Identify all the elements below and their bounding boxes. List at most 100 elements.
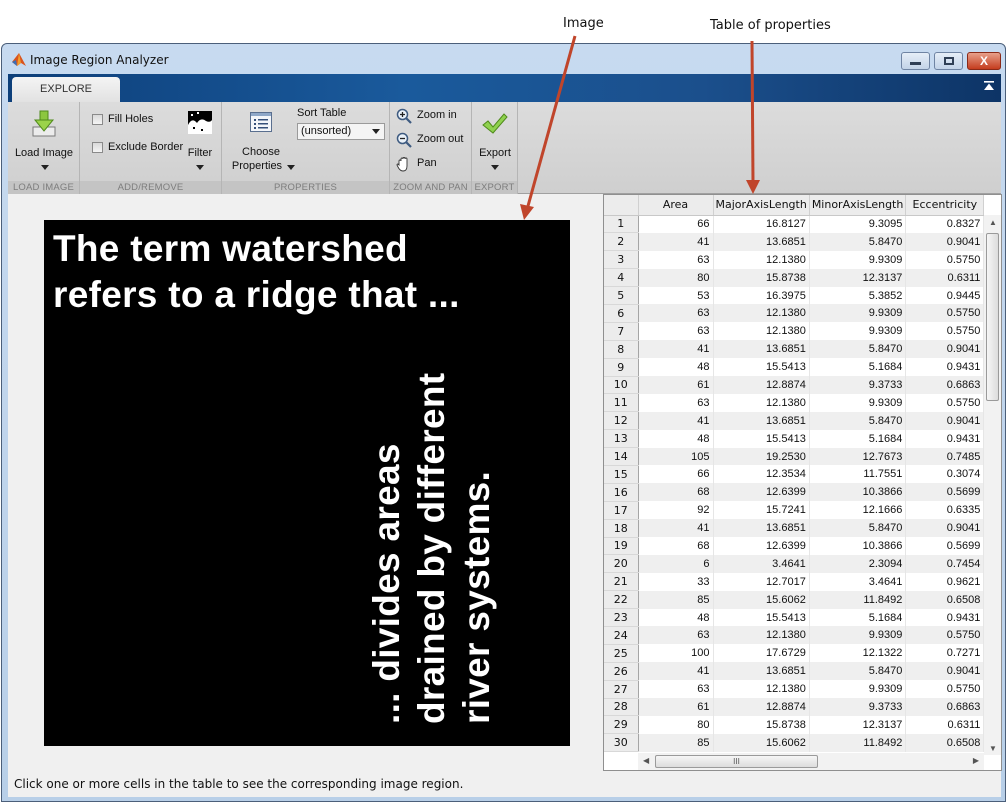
table-cell[interactable]: 11.8492 xyxy=(809,733,907,752)
table-cell[interactable]: 41 xyxy=(638,519,714,538)
table-cell[interactable]: 15.8738 xyxy=(713,715,810,734)
table-cell[interactable]: 0.7454 xyxy=(905,554,985,573)
table-row[interactable]: 22 85 15.6062 11.8492 0.6508 xyxy=(604,590,985,610)
table-cell[interactable]: 5.3852 xyxy=(809,286,907,305)
table-cell[interactable]: 61 xyxy=(638,376,714,394)
table-cell[interactable]: 0.5750 xyxy=(905,680,985,699)
table-cell[interactable]: 66 xyxy=(638,465,714,484)
table-cell[interactable]: 13.6851 xyxy=(713,662,810,681)
table-cell[interactable]: 12.6399 xyxy=(713,537,810,555)
row-header[interactable]: 10 xyxy=(604,376,639,395)
table-cell[interactable]: 9.3733 xyxy=(809,698,907,716)
table-cell[interactable]: 100 xyxy=(638,644,714,663)
table-row[interactable]: 23 48 15.5413 5.1684 0.9431 xyxy=(604,608,985,627)
row-header[interactable]: 9 xyxy=(604,358,639,377)
table-cell[interactable]: 66 xyxy=(638,215,714,233)
table-cell[interactable]: 12.8874 xyxy=(713,376,810,394)
maximize-button[interactable] xyxy=(934,52,963,70)
table-cell[interactable]: 16.3975 xyxy=(713,286,810,305)
table-horizontal-scrollbar[interactable]: ◀ III ▶ xyxy=(638,753,984,770)
table-cell[interactable]: 13.6851 xyxy=(713,411,810,430)
table-cell[interactable]: 10.3866 xyxy=(809,483,907,502)
table-cell[interactable]: 0.9445 xyxy=(905,286,985,305)
column-header[interactable]: Area xyxy=(638,195,714,216)
vertical-scroll-thumb[interactable] xyxy=(986,233,999,401)
table-cell[interactable]: 9.9309 xyxy=(809,250,907,269)
table-row[interactable]: 25 100 17.6729 12.1322 0.7271 xyxy=(604,644,985,663)
table-row[interactable]: 12 41 13.6851 5.8470 0.9041 xyxy=(604,411,985,431)
tab-explore[interactable]: EXPLORE xyxy=(12,77,120,102)
table-cell[interactable]: 61 xyxy=(638,698,714,716)
table-cell[interactable]: 11.8492 xyxy=(809,590,907,609)
row-header[interactable]: 24 xyxy=(604,626,639,645)
table-cell[interactable]: 15.5413 xyxy=(713,429,810,448)
table-cell[interactable]: 63 xyxy=(638,393,714,412)
table-cell[interactable]: 0.7485 xyxy=(905,447,985,466)
fill-holes-checkbox[interactable] xyxy=(92,114,103,125)
table-cell[interactable]: 80 xyxy=(638,715,714,734)
table-row[interactable]: 30 85 15.6062 11.8492 0.6508 xyxy=(604,733,985,753)
column-header[interactable]: MinorAxisLength xyxy=(809,195,907,216)
table-cell[interactable]: 41 xyxy=(638,340,714,359)
properties-table[interactable]: Area MajorAxisLength MinorAxisLength Ecc… xyxy=(603,194,1002,771)
row-header[interactable]: 29 xyxy=(604,715,639,735)
row-header[interactable]: 8 xyxy=(604,340,639,359)
table-cell[interactable]: 0.6508 xyxy=(905,733,985,752)
sort-table-select[interactable]: (unsorted) xyxy=(297,123,385,140)
table-cell[interactable]: 0.9041 xyxy=(905,519,985,538)
row-header[interactable]: 7 xyxy=(604,322,639,341)
table-cell[interactable]: 15.5413 xyxy=(713,608,810,627)
scroll-down-arrow-icon[interactable]: ▼ xyxy=(989,744,997,753)
image-display[interactable]: The term watershed refers to a ridge tha… xyxy=(44,220,570,746)
table-cell[interactable]: 12.8874 xyxy=(713,698,810,716)
table-cell[interactable]: 41 xyxy=(638,662,714,681)
table-cell[interactable]: 12.1380 xyxy=(713,626,810,645)
table-cell[interactable]: 41 xyxy=(638,232,714,251)
table-cell[interactable]: 41 xyxy=(638,411,714,430)
table-cell[interactable]: 17.6729 xyxy=(713,644,810,663)
table-cell[interactable]: 0.5750 xyxy=(905,626,985,645)
close-button[interactable]: X xyxy=(967,52,1001,70)
table-cell[interactable]: 5.8470 xyxy=(809,232,907,251)
column-header[interactable]: Eccentricity xyxy=(905,195,985,216)
table-cell[interactable]: 5.8470 xyxy=(809,340,907,359)
table-cell[interactable]: 10.3866 xyxy=(809,537,907,555)
row-header[interactable]: 23 xyxy=(604,608,639,627)
table-cell[interactable]: 48 xyxy=(638,608,714,627)
table-cell[interactable]: 12.7673 xyxy=(809,447,907,466)
scroll-right-arrow-icon[interactable]: ▶ xyxy=(973,756,979,765)
horizontal-scroll-thumb[interactable]: III xyxy=(655,755,818,768)
table-cell[interactable]: 105 xyxy=(638,447,714,466)
table-cell[interactable]: 0.3074 xyxy=(905,465,985,484)
table-cell[interactable]: 92 xyxy=(638,501,714,520)
table-row[interactable]: 20 6 3.4641 2.3094 0.7454 xyxy=(604,554,985,574)
row-header[interactable]: 20 xyxy=(604,554,639,574)
table-cell[interactable]: 0.9431 xyxy=(905,608,985,627)
table-row[interactable]: 6 63 12.1380 9.9309 0.5750 xyxy=(604,304,985,323)
table-cell[interactable]: 0.7271 xyxy=(905,644,985,663)
table-cell[interactable]: 0.5699 xyxy=(905,483,985,502)
row-header[interactable]: 16 xyxy=(604,483,639,502)
row-header[interactable]: 17 xyxy=(604,501,639,520)
table-row[interactable]: 15 66 12.3534 11.7551 0.3074 xyxy=(604,465,985,484)
table-cell[interactable]: 0.5750 xyxy=(905,250,985,269)
table-cell[interactable]: 80 xyxy=(638,268,714,287)
table-cell[interactable]: 5.1684 xyxy=(809,358,907,377)
exclude-border-checkbox[interactable] xyxy=(92,142,103,153)
table-cell[interactable]: 0.5750 xyxy=(905,393,985,412)
table-cell[interactable]: 48 xyxy=(638,358,714,377)
table-row[interactable]: 21 33 12.7017 3.4641 0.9621 xyxy=(604,572,985,592)
row-header[interactable]: 27 xyxy=(604,680,639,699)
row-header[interactable]: 21 xyxy=(604,572,639,592)
row-header[interactable]: 26 xyxy=(604,662,639,681)
table-row[interactable]: 2 41 13.6851 5.8470 0.9041 xyxy=(604,232,985,252)
row-header[interactable]: 15 xyxy=(604,465,639,484)
table-cell[interactable]: 0.5699 xyxy=(905,537,985,555)
table-cell[interactable]: 12.7017 xyxy=(713,572,810,591)
table-cell[interactable]: 0.9431 xyxy=(905,429,985,448)
load-image-button[interactable]: Load Image xyxy=(10,104,78,178)
table-cell[interactable]: 13.6851 xyxy=(713,519,810,538)
table-row[interactable]: 13 48 15.5413 5.1684 0.9431 xyxy=(604,429,985,449)
table-cell[interactable]: 9.9309 xyxy=(809,680,907,699)
table-row[interactable]: 27 63 12.1380 9.9309 0.5750 xyxy=(604,680,985,699)
